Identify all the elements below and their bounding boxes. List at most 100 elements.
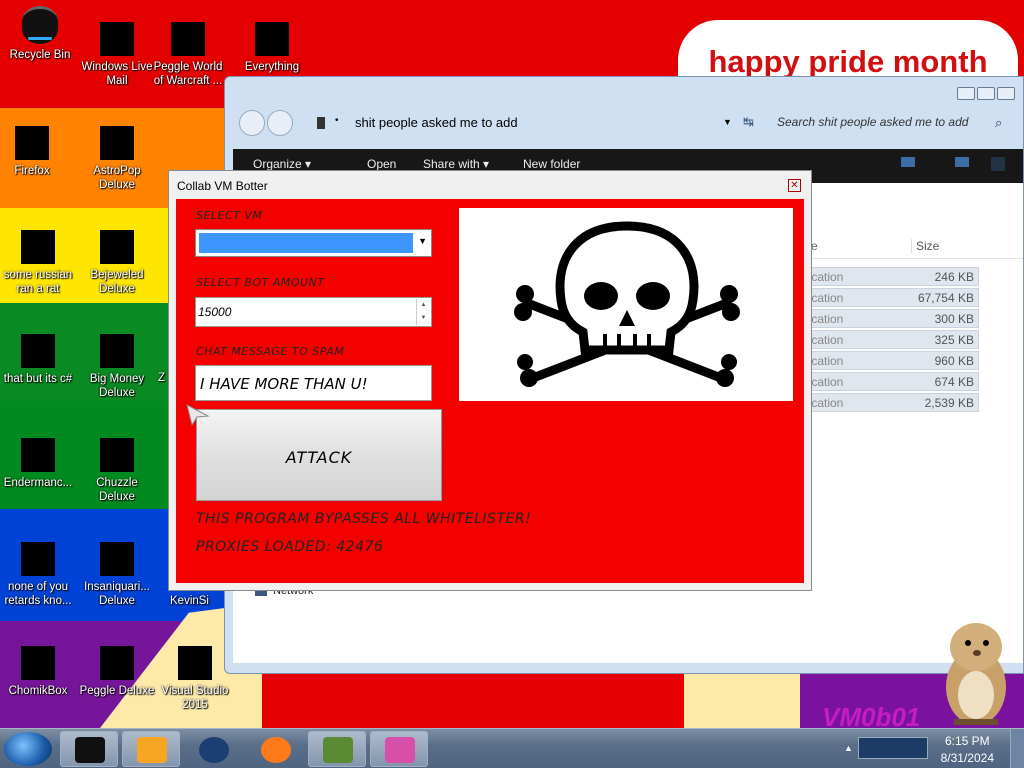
chat-message-input[interactable]: I HAVE MORE THAN U! <box>195 365 432 401</box>
taskbar: ▲ 6:15 PM 8/31/2024 <box>0 728 1024 768</box>
open-button[interactable]: Open <box>367 157 396 171</box>
file-row[interactable]: lication 674 KB <box>801 372 979 391</box>
taskbar-app-firefox[interactable] <box>246 731 304 767</box>
share-with-button[interactable]: Share with ▾ <box>423 157 489 171</box>
show-desktop-button[interactable] <box>1010 729 1024 768</box>
file-row[interactable]: lication 2,539 KB <box>801 393 979 412</box>
taskbar-app-minecraft[interactable] <box>308 731 366 767</box>
desktop-icon-label: Windows Live Mail <box>81 61 153 87</box>
bot-amount-stepper[interactable]: 15000 ▲ ▼ <box>195 297 432 327</box>
spinner-arrows-icon[interactable]: ▲ ▼ <box>416 299 430 325</box>
desktop-icon-endermanch[interactable]: Endermanc... <box>0 438 78 490</box>
minecraft-icon <box>323 737 353 763</box>
taskbar-app-terminal[interactable] <box>60 731 118 767</box>
botter-app-icon <box>385 737 415 763</box>
chat-message-value: I HAVE MORE THAN U! <box>200 375 368 393</box>
bypass-notice: THIS PROGRAM BYPASSES ALL WHITELISTER! <box>196 511 532 527</box>
desktop-icon-peggle-wow[interactable]: Peggle World of Warcraft ... <box>148 22 228 88</box>
mail-icon <box>100 22 134 56</box>
wallpaper-red-shape <box>262 672 684 728</box>
big-money-icon <box>100 334 134 368</box>
help-icon[interactable] <box>991 157 1005 171</box>
file-row[interactable]: lication 246 KB <box>801 267 979 286</box>
desktop-icon-label: Firefox <box>14 165 50 177</box>
search-placeholder: Search shit people asked me to add <box>777 115 969 129</box>
firefox-icon <box>15 126 49 160</box>
everything-icon <box>255 22 289 56</box>
recycle-bin-icon <box>22 6 58 44</box>
organize-button[interactable]: Organize ▾ <box>253 157 311 171</box>
chevron-down-icon[interactable]: ▼ <box>418 236 427 246</box>
address-text: shit people asked me to add <box>355 115 518 130</box>
selected-vm-highlight <box>199 233 413 253</box>
app-icon <box>21 230 55 264</box>
new-folder-button[interactable]: New folder <box>523 157 580 171</box>
file-row[interactable]: lication 300 KB <box>801 309 979 328</box>
desktop-icon-label: Insaniquari... Deluxe <box>84 581 150 607</box>
tray-expand-icon[interactable]: ▲ <box>844 743 853 753</box>
desktop-icon-none-of-you[interactable]: none of you retards kno... <box>0 542 78 608</box>
desktop-icon-visual-studio[interactable]: Visual Studio 2015 <box>155 646 235 712</box>
view-options-icon[interactable] <box>901 157 915 167</box>
forward-button[interactable] <box>267 110 293 136</box>
desktop-icon-label: Everything <box>244 61 300 73</box>
taskbar-app-globe[interactable] <box>184 731 242 767</box>
desktop-icon-label: KevinSi <box>170 595 209 607</box>
hamster-mascot-image <box>946 623 1006 725</box>
desktop-icon-z-partial[interactable]: Z <box>150 371 170 385</box>
preview-pane-icon[interactable] <box>955 157 969 167</box>
minimize-button[interactable] <box>957 87 975 100</box>
app-icon <box>21 542 55 576</box>
file-size: 2,539 KB <box>924 396 974 410</box>
desktop-icon-astropop[interactable]: AstroPop Deluxe <box>77 126 157 192</box>
app-icon <box>21 438 55 472</box>
attack-button[interactable]: ATTACK <box>196 409 442 501</box>
desktop-icon-chuzzle[interactable]: Chuzzle Deluxe <box>77 438 157 504</box>
bot-amount-label: SELECT BOT AMOUNT <box>196 276 325 289</box>
file-size: 960 KB <box>934 354 974 368</box>
desktop-icon-big-money[interactable]: Big Money Deluxe <box>77 334 157 400</box>
address-dropdown-icon[interactable]: ▼ <box>723 117 732 127</box>
file-row[interactable]: lication 67,754 KB <box>801 288 979 307</box>
select-vm-label: SELECT VM <box>196 209 263 222</box>
desktop-icon-windows-live-mail[interactable]: Windows Live Mail <box>77 22 157 88</box>
back-button[interactable] <box>239 110 265 136</box>
chomikbox-icon <box>21 646 55 680</box>
refresh-icon[interactable]: ↹ <box>743 114 754 130</box>
search-icon[interactable]: ⌕ <box>995 115 1002 131</box>
taskbar-app-botter[interactable] <box>370 731 428 767</box>
desktop-icon-firefox[interactable]: Firefox <box>0 126 72 178</box>
globe-icon <box>199 737 229 763</box>
desktop-icon-kevinsi-partial[interactable]: KevinSi <box>150 594 210 608</box>
select-vm-dropdown[interactable]: ▼ <box>195 229 432 257</box>
desktop-icon-label: that but its c# <box>3 373 73 385</box>
desktop-icon-chomikbox[interactable]: ChomikBox <box>0 646 78 698</box>
collab-vm-botter-dialog[interactable]: Collab VM Botter ✕ SELECT VM ▼ SELECT BO… <box>168 170 812 591</box>
desktop-icon-insaniquarium[interactable]: Insaniquari... Deluxe <box>77 542 157 608</box>
desktop-icon-russian-rat[interactable]: some russian ran a rat <box>0 230 78 296</box>
dialog-close-button[interactable]: ✕ <box>788 179 801 192</box>
file-row[interactable]: lication 325 KB <box>801 330 979 349</box>
search-box[interactable]: Search shit people asked me to add <box>771 112 1017 134</box>
skull-crossbones-image <box>459 208 793 401</box>
size-column-header[interactable]: Size <box>911 239 939 253</box>
taskbar-clock[interactable]: 6:15 PM 8/31/2024 <box>941 733 994 767</box>
tray-notification-icons[interactable] <box>858 737 928 759</box>
desktop-icon-peggle-deluxe[interactable]: Peggle Deluxe <box>77 646 157 698</box>
desktop-icon-recycle-bin[interactable]: Recycle Bin <box>0 6 80 62</box>
address-bar[interactable]: shit people asked me to add <box>305 105 735 135</box>
taskbar-app-media-player[interactable] <box>122 731 180 767</box>
desktop-icon-csharp[interactable]: that but its c# <box>0 334 78 386</box>
type-column-header-fragment[interactable]: e <box>811 239 818 253</box>
mouse-cursor-icon <box>186 404 210 426</box>
dialog-body: SELECT VM ▼ SELECT BOT AMOUNT 15000 ▲ ▼ C… <box>176 199 804 583</box>
desktop-icon-label: ChomikBox <box>8 685 68 697</box>
clock-time: 6:15 PM <box>944 734 990 748</box>
maximize-button[interactable] <box>977 87 995 100</box>
file-row[interactable]: lication 960 KB <box>801 351 979 370</box>
start-button[interactable] <box>4 732 52 766</box>
close-button[interactable] <box>997 87 1015 100</box>
desktop-icon-everything[interactable]: Everything <box>232 22 312 74</box>
file-size: 674 KB <box>934 375 974 389</box>
desktop-icon-bejeweled[interactable]: Bejeweled Deluxe <box>77 230 157 296</box>
